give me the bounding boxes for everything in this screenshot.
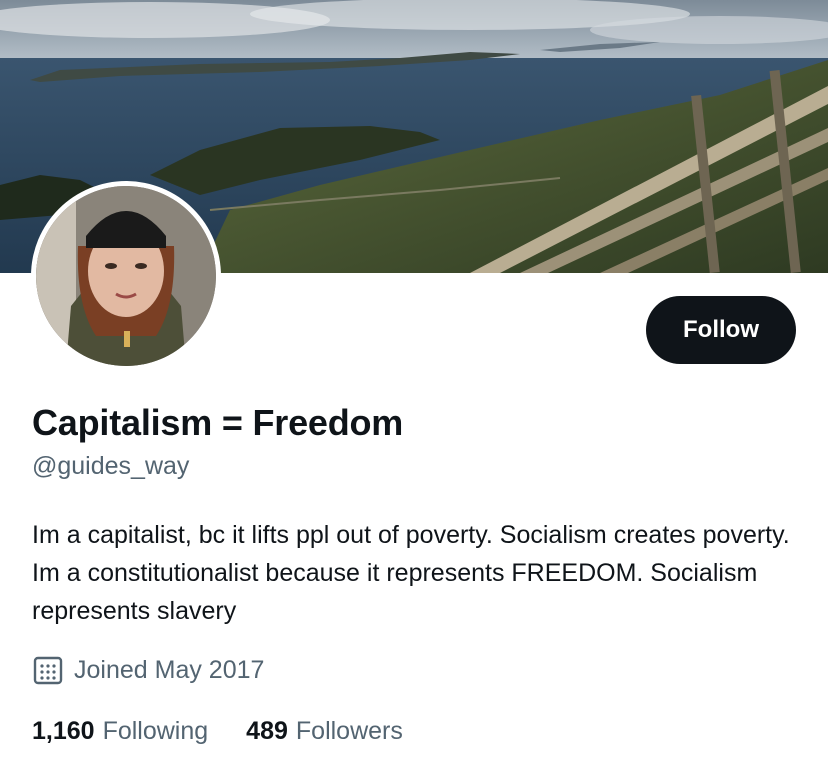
followers-link[interactable]: 489 Followers: [246, 717, 403, 746]
avatar-photo: [36, 186, 216, 366]
following-label: Following: [102, 716, 209, 745]
calendar-icon: [32, 654, 64, 686]
display-name: Capitalism = Freedom: [32, 402, 404, 443]
following-count: 1,160: [32, 716, 95, 745]
joined-label: Joined May 2017: [74, 655, 265, 684]
profile-handle: @guides_way: [32, 452, 190, 480]
followers-count: 489: [246, 716, 288, 745]
following-link[interactable]: 1,160 Following: [32, 717, 208, 746]
followers-label: Followers: [295, 716, 403, 745]
profile-stats: 1,160 Following 489 Followers: [32, 713, 403, 749]
follow-button[interactable]: Follow: [646, 296, 796, 364]
joined-date: Joined May 2017: [32, 653, 264, 687]
profile-avatar[interactable]: [31, 181, 221, 371]
profile-bio: Im a capitalist, bc it lifts ppl out of …: [32, 521, 790, 625]
